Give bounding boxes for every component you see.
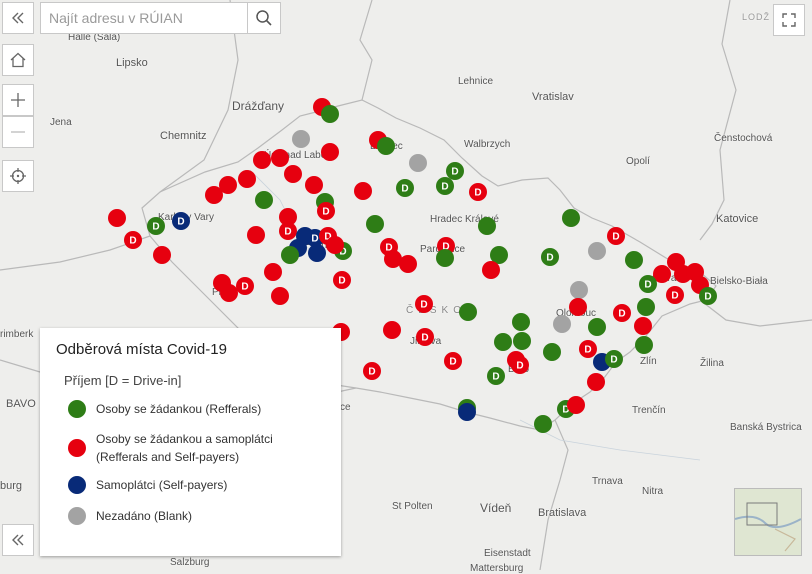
address-search[interactable]: [40, 2, 281, 34]
search-input[interactable]: [41, 3, 249, 33]
legend-item-blank: Nezadáno (Blank): [68, 507, 192, 525]
zoom-out-button[interactable]: [2, 116, 34, 148]
collapse-panel-button[interactable]: [2, 2, 34, 34]
legend-panel: Odběrová místa Covid-19 Příjem [D = Driv…: [40, 328, 341, 556]
legend-item-label: Samoplátci (Self-payers): [96, 478, 228, 492]
overview-map[interactable]: [734, 488, 802, 556]
minus-icon: [11, 131, 25, 133]
legend-item-selfpayers: Samoplátci (Self-payers): [68, 476, 227, 494]
search-button[interactable]: [247, 3, 280, 33]
chevrons-left-icon: [12, 534, 24, 546]
chevrons-left-icon: [12, 12, 24, 24]
legend-item-label: Nezadáno (Blank): [96, 509, 193, 523]
collapse-legend-button[interactable]: [2, 524, 34, 556]
legend-item-referrals-selfpayers: Osoby se žádankou a samoplátci (Refferal…: [68, 430, 308, 466]
legend-item-label: Osoby se žádankou (Refferals): [96, 402, 262, 416]
fullscreen-button[interactable]: [773, 4, 805, 36]
zoom-in-button[interactable]: [2, 84, 34, 116]
fullscreen-icon: [782, 13, 796, 27]
crosshair-icon: [10, 168, 26, 184]
search-icon: [256, 10, 272, 26]
legend-item-label: Osoby se žádankou a samoplátci (Refferal…: [96, 432, 273, 464]
legend-title: Odběrová místa Covid-19: [56, 341, 227, 358]
overview-map-image: [735, 489, 801, 555]
legend-swatch: [68, 476, 86, 494]
legend-swatch: [68, 439, 86, 457]
legend-subtitle: Příjem [D = Drive-in]: [64, 373, 182, 388]
plus-icon: [11, 93, 25, 107]
home-button[interactable]: [2, 44, 34, 76]
legend-swatch: [68, 507, 86, 525]
locate-button[interactable]: [2, 160, 34, 192]
legend-item-referrals: Osoby se žádankou (Refferals): [68, 400, 261, 418]
home-icon: [10, 52, 26, 68]
legend-swatch: [68, 400, 86, 418]
